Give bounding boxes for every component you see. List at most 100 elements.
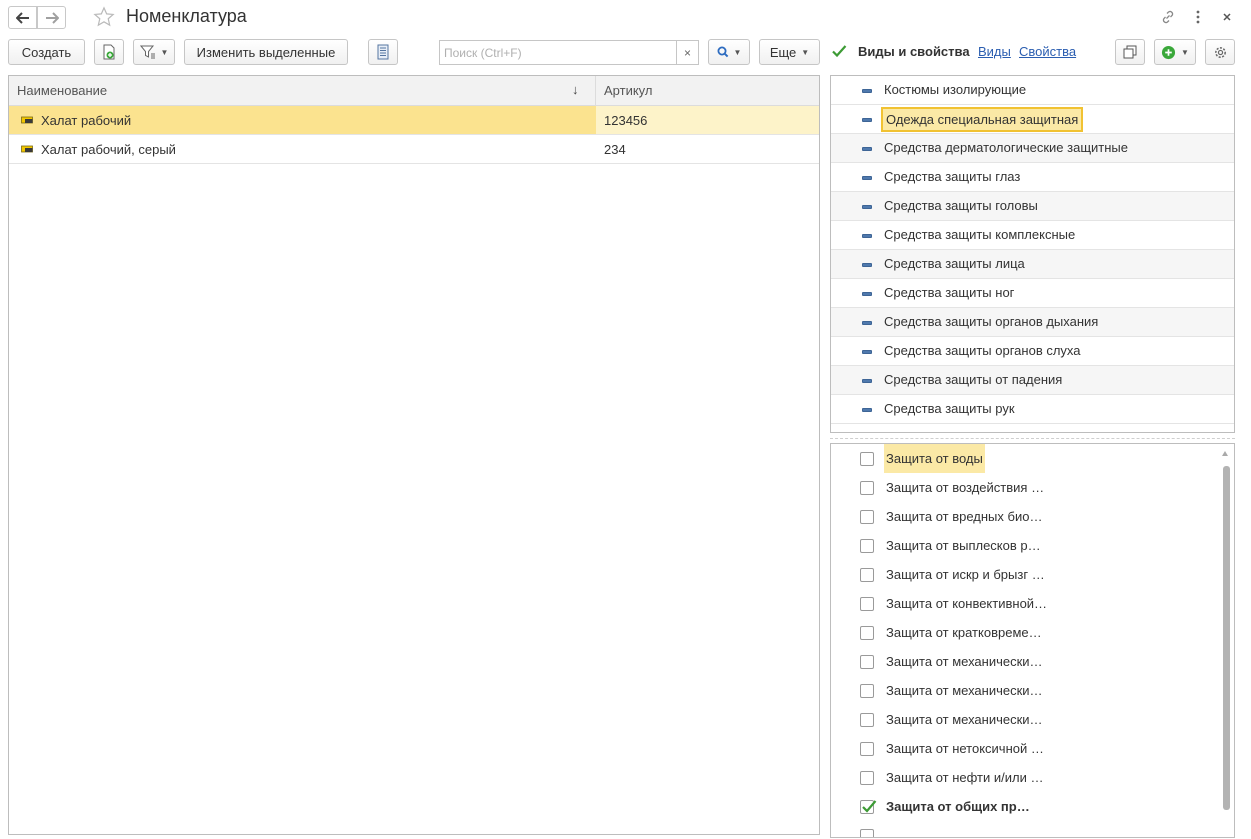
property-label: Защита от воды xyxy=(884,444,985,473)
list-item[interactable]: Защита от вредных био… xyxy=(831,502,1219,531)
property-checkbox[interactable] xyxy=(860,510,874,524)
property-checkbox-checked[interactable] xyxy=(860,800,877,814)
item-icon xyxy=(21,116,33,124)
list-item[interactable]: Средства защиты органов дыхания xyxy=(831,308,1234,337)
create-copy-button[interactable] xyxy=(94,39,124,65)
list-item[interactable]: Одежда специальная защитная xyxy=(831,105,1234,134)
properties-link[interactable]: Свойства xyxy=(1019,44,1076,59)
list-item[interactable]: Защита от нефти и/или … xyxy=(831,763,1219,792)
property-label: Защита от нефти и/или … xyxy=(886,770,1044,785)
property-label: Защита от выплесков р… xyxy=(886,538,1041,553)
scrollbar-thumb[interactable] xyxy=(1223,466,1230,810)
search-clear-button[interactable]: × xyxy=(676,41,698,64)
list-item[interactable]: Защита от механически… xyxy=(831,647,1219,676)
chevron-down-icon: ▼ xyxy=(1181,47,1189,57)
property-checkbox[interactable] xyxy=(860,539,874,553)
create-button[interactable]: Создать xyxy=(8,39,85,65)
property-label: Защита от общих пр… xyxy=(886,799,1030,814)
favorite-button[interactable] xyxy=(93,6,115,28)
more-actions-button[interactable]: Еще ▼ xyxy=(759,39,820,65)
property-checkbox[interactable] xyxy=(860,568,874,582)
gear-icon xyxy=(1214,46,1226,58)
column-header-name[interactable]: Наименование xyxy=(9,76,596,106)
list-item[interactable]: Средства защиты органов слуха xyxy=(831,337,1234,366)
link-button[interactable] xyxy=(1158,7,1178,27)
kind-label: Средства защиты глаз xyxy=(884,169,1021,184)
list-item[interactable]: Защита от механически… xyxy=(831,705,1219,734)
panel-splitter[interactable] xyxy=(830,438,1235,439)
copy-button[interactable] xyxy=(1115,39,1145,65)
property-checkbox[interactable] xyxy=(860,713,874,727)
list-item[interactable]: Средства защиты лица xyxy=(831,250,1234,279)
list-item[interactable]: Защита от общих пр… xyxy=(831,792,1219,821)
kind-label: Средства защиты от падения xyxy=(884,372,1063,387)
create-button-label: Создать xyxy=(21,44,72,60)
property-label: Защита от конвективной… xyxy=(886,596,1048,611)
add-document-icon xyxy=(103,44,115,60)
more-button[interactable] xyxy=(1188,7,1208,27)
change-selected-button[interactable]: Изменить выделенные xyxy=(184,39,348,65)
kind-label-selected: Одежда специальная защитная xyxy=(881,107,1084,132)
kind-label: Средства защиты рук xyxy=(884,401,1015,416)
report-button[interactable] xyxy=(368,39,398,65)
property-checkbox[interactable] xyxy=(860,742,874,756)
kinds-properties-title: Виды и свойства xyxy=(858,44,970,59)
list-item[interactable] xyxy=(831,821,1219,837)
close-icon xyxy=(1223,13,1231,21)
dash-icon xyxy=(862,234,872,238)
link-icon xyxy=(1162,10,1174,24)
list-item[interactable]: Средства дерматологические защитные xyxy=(831,134,1234,163)
change-selected-label: Изменить выделенные xyxy=(196,44,336,60)
table-row[interactable]: Халат рабочий 123456 xyxy=(9,106,819,135)
list-item[interactable]: Костюмы изолирующие xyxy=(831,76,1234,105)
back-button[interactable] xyxy=(8,6,37,29)
list-item[interactable]: Средства защиты комплексные xyxy=(831,221,1234,250)
scroll-up-icon[interactable] xyxy=(1222,451,1228,456)
list-item[interactable]: Защита от выплесков р… xyxy=(831,531,1219,560)
close-button[interactable] xyxy=(1217,7,1237,27)
property-label: Защита от механически… xyxy=(886,712,1043,727)
kinds-link[interactable]: Виды xyxy=(978,44,1011,59)
property-label: Защита от механически… xyxy=(886,654,1043,669)
property-checkbox[interactable] xyxy=(860,684,874,698)
list-item[interactable]: Защита от механически… xyxy=(831,676,1219,705)
list-item[interactable]: Средства защиты головы xyxy=(831,192,1234,221)
table-row[interactable]: Халат рабочий, серый 234 xyxy=(9,135,819,164)
more-actions-label: Еще xyxy=(769,44,797,60)
add-circle-icon xyxy=(1161,45,1176,59)
list-item[interactable]: Средства защиты глаз xyxy=(831,163,1234,192)
property-checkbox[interactable] xyxy=(860,452,874,466)
list-item[interactable]: Защита от искр и брызг … xyxy=(831,560,1219,589)
property-checkbox[interactable] xyxy=(860,771,874,785)
dash-icon xyxy=(862,176,872,180)
add-button[interactable]: ▼ xyxy=(1154,39,1196,65)
list-item[interactable]: Средства защиты рук xyxy=(831,395,1234,424)
property-checkbox[interactable] xyxy=(860,626,874,640)
property-label: Защита от механически… xyxy=(886,683,1043,698)
chevron-down-icon: ▼ xyxy=(733,47,742,57)
column-header-article[interactable]: Артикул xyxy=(596,76,819,106)
table-header: Наименование ↓ Артикул xyxy=(9,76,819,106)
forward-button[interactable] xyxy=(37,6,66,29)
list-item[interactable]: Защита от конвективной… xyxy=(831,589,1219,618)
list-item[interactable]: Защита от нетоксичной … xyxy=(831,734,1219,763)
list-item[interactable]: Защита от воды xyxy=(831,444,1219,473)
property-checkbox[interactable] xyxy=(860,655,874,669)
dash-icon xyxy=(862,89,872,93)
property-checkbox[interactable] xyxy=(860,597,874,611)
chevron-down-icon: ▼ xyxy=(160,47,169,57)
settings-button[interactable] xyxy=(1205,39,1235,65)
list-item[interactable]: Защита от кратковреме… xyxy=(831,618,1219,647)
list-item[interactable]: Средства защиты ног xyxy=(831,279,1234,308)
property-checkbox[interactable] xyxy=(860,481,874,495)
property-checkbox[interactable] xyxy=(860,829,874,837)
search-input[interactable] xyxy=(440,41,676,64)
list-item[interactable]: Защита от воздействия … xyxy=(831,473,1219,502)
search-button[interactable]: ▼ xyxy=(708,39,750,65)
kind-label: Средства защиты комплексные xyxy=(884,227,1076,242)
filter-button[interactable]: ▼ xyxy=(133,39,175,65)
list-item[interactable]: Средства защиты от падения xyxy=(831,366,1234,395)
kinds-properties-checkbox[interactable] xyxy=(831,43,847,59)
window-title: Номенклатура xyxy=(126,6,247,26)
row-name: Халат рабочий, серый xyxy=(41,141,176,157)
